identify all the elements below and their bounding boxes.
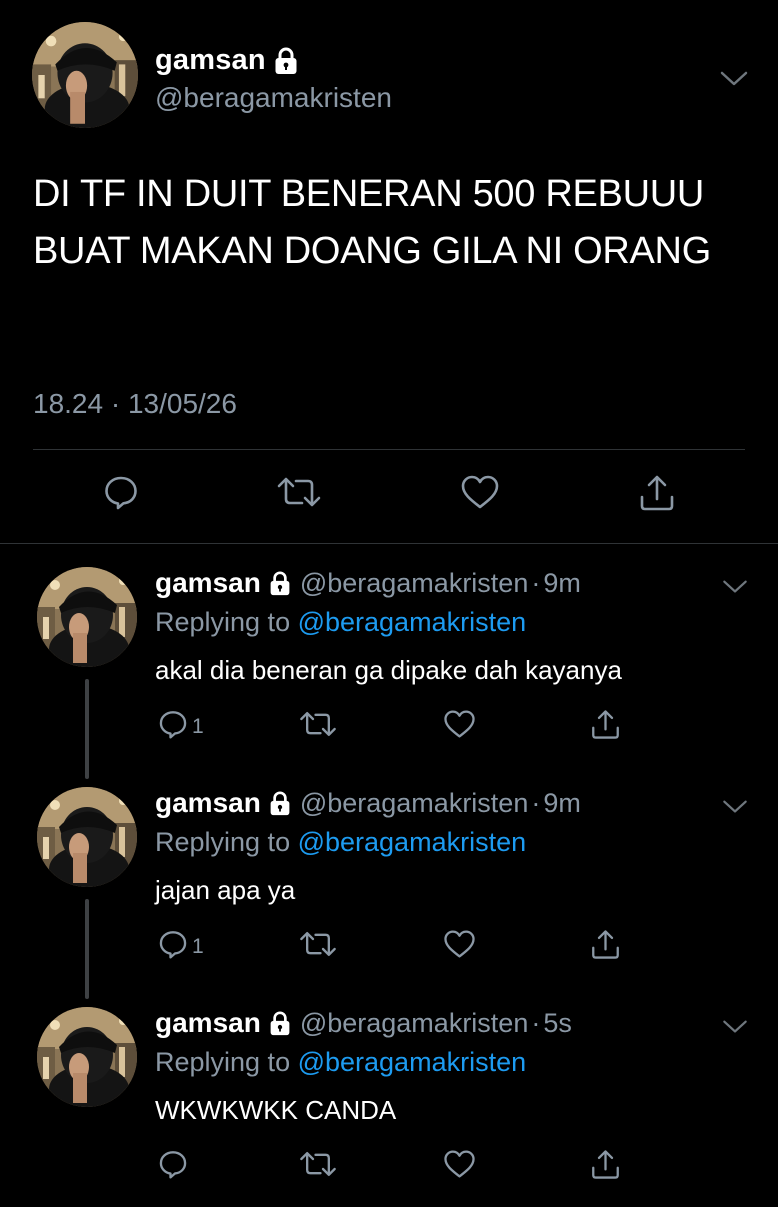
- thread-line: [85, 679, 89, 779]
- replying-to: Replying to @beragamakristen: [155, 607, 526, 638]
- chevron-down-icon[interactable]: [721, 799, 749, 815]
- lock-icon: [269, 791, 291, 816]
- replying-prefix: Replying to: [155, 607, 298, 637]
- chevron-down-icon[interactable]: [719, 70, 749, 88]
- retweet-icon[interactable]: [298, 709, 338, 739]
- reply-count: 1: [192, 935, 204, 958]
- avatar[interactable]: [37, 787, 137, 887]
- author-name-row[interactable]: gamsan: [155, 44, 298, 77]
- handle[interactable]: @beragamakristen: [300, 788, 529, 819]
- like-icon[interactable]: [460, 474, 500, 510]
- reply-tweet[interactable]: gamsan @beragamakristen · 5s Replying to…: [0, 987, 778, 1207]
- reply-icon[interactable]: [103, 474, 139, 510]
- display-name[interactable]: gamsan: [155, 567, 261, 599]
- retweet-icon[interactable]: [298, 1149, 338, 1179]
- display-name[interactable]: gamsan: [155, 787, 261, 819]
- reply-icon: [158, 929, 188, 959]
- reply-icon: [158, 1149, 188, 1179]
- retweet-icon[interactable]: [275, 474, 323, 510]
- handle[interactable]: @beragamakristen: [300, 568, 529, 599]
- separator-dot: ·: [531, 787, 541, 818]
- replying-prefix: Replying to: [155, 827, 298, 857]
- reply-count: 1: [192, 715, 204, 738]
- separator: [0, 543, 778, 544]
- reply-tweet[interactable]: gamsan @beragamakristen · 9m Replying to…: [0, 547, 778, 779]
- reply-icon: [158, 709, 188, 739]
- like-icon[interactable]: [443, 929, 476, 959]
- reply-header: gamsan @beragamakristen · 5s: [155, 1007, 572, 1039]
- mention-link[interactable]: @beragamakristen: [298, 1047, 527, 1077]
- mention-link[interactable]: @beragamakristen: [298, 827, 527, 857]
- avatar[interactable]: [37, 567, 137, 667]
- timestamp[interactable]: 18.24 · 13/05/26: [33, 388, 237, 420]
- reply-button[interactable]: 1: [158, 929, 204, 959]
- share-icon[interactable]: [590, 709, 621, 740]
- replying-to: Replying to @beragamakristen: [155, 827, 526, 858]
- share-icon[interactable]: [638, 474, 676, 512]
- retweet-icon[interactable]: [298, 929, 338, 959]
- divider: [33, 449, 745, 450]
- separator-dot: ·: [531, 567, 541, 598]
- handle[interactable]: @beragamakristen: [155, 82, 392, 114]
- relative-time[interactable]: 9m: [543, 788, 581, 819]
- chevron-down-icon[interactable]: [721, 579, 749, 595]
- avatar[interactable]: [37, 1007, 137, 1107]
- tweet-text: akal dia beneran ga dipake dah kayanya: [155, 655, 622, 685]
- relative-time[interactable]: 9m: [543, 568, 581, 599]
- handle[interactable]: @beragamakristen: [300, 1008, 529, 1039]
- separator-dot: ·: [531, 1007, 541, 1038]
- tweet-text: jajan apa ya: [155, 875, 296, 905]
- like-icon[interactable]: [443, 709, 476, 739]
- tweet-text: WKWKWKK CANDA: [155, 1095, 397, 1125]
- reply-header: gamsan @beragamakristen · 9m: [155, 567, 581, 599]
- thread-line: [85, 899, 89, 999]
- reply-button[interactable]: 1: [158, 709, 204, 739]
- lock-icon: [269, 571, 291, 596]
- tweet-text: DI TF IN DUIT BENERAN 500 REBUUU BUAT MA…: [33, 173, 711, 272]
- lock-icon: [269, 1011, 291, 1036]
- share-icon[interactable]: [590, 1149, 621, 1180]
- chevron-down-icon[interactable]: [721, 1019, 749, 1035]
- avatar[interactable]: [32, 22, 138, 128]
- reply-tweet[interactable]: gamsan @beragamakristen · 9m Replying to…: [0, 767, 778, 999]
- share-icon[interactable]: [590, 929, 621, 960]
- display-name[interactable]: gamsan: [155, 44, 266, 77]
- lock-icon: [274, 47, 298, 75]
- display-name[interactable]: gamsan: [155, 1007, 261, 1039]
- reply-button[interactable]: [158, 1149, 192, 1179]
- like-icon[interactable]: [443, 1149, 476, 1179]
- replying-to: Replying to @beragamakristen: [155, 1047, 526, 1078]
- replying-prefix: Replying to: [155, 1047, 298, 1077]
- relative-time[interactable]: 5s: [543, 1008, 572, 1039]
- main-tweet: gamsan @beragamakristen DI TF IN DUIT BE…: [0, 0, 778, 545]
- mention-link[interactable]: @beragamakristen: [298, 607, 527, 637]
- reply-header: gamsan @beragamakristen · 9m: [155, 787, 581, 819]
